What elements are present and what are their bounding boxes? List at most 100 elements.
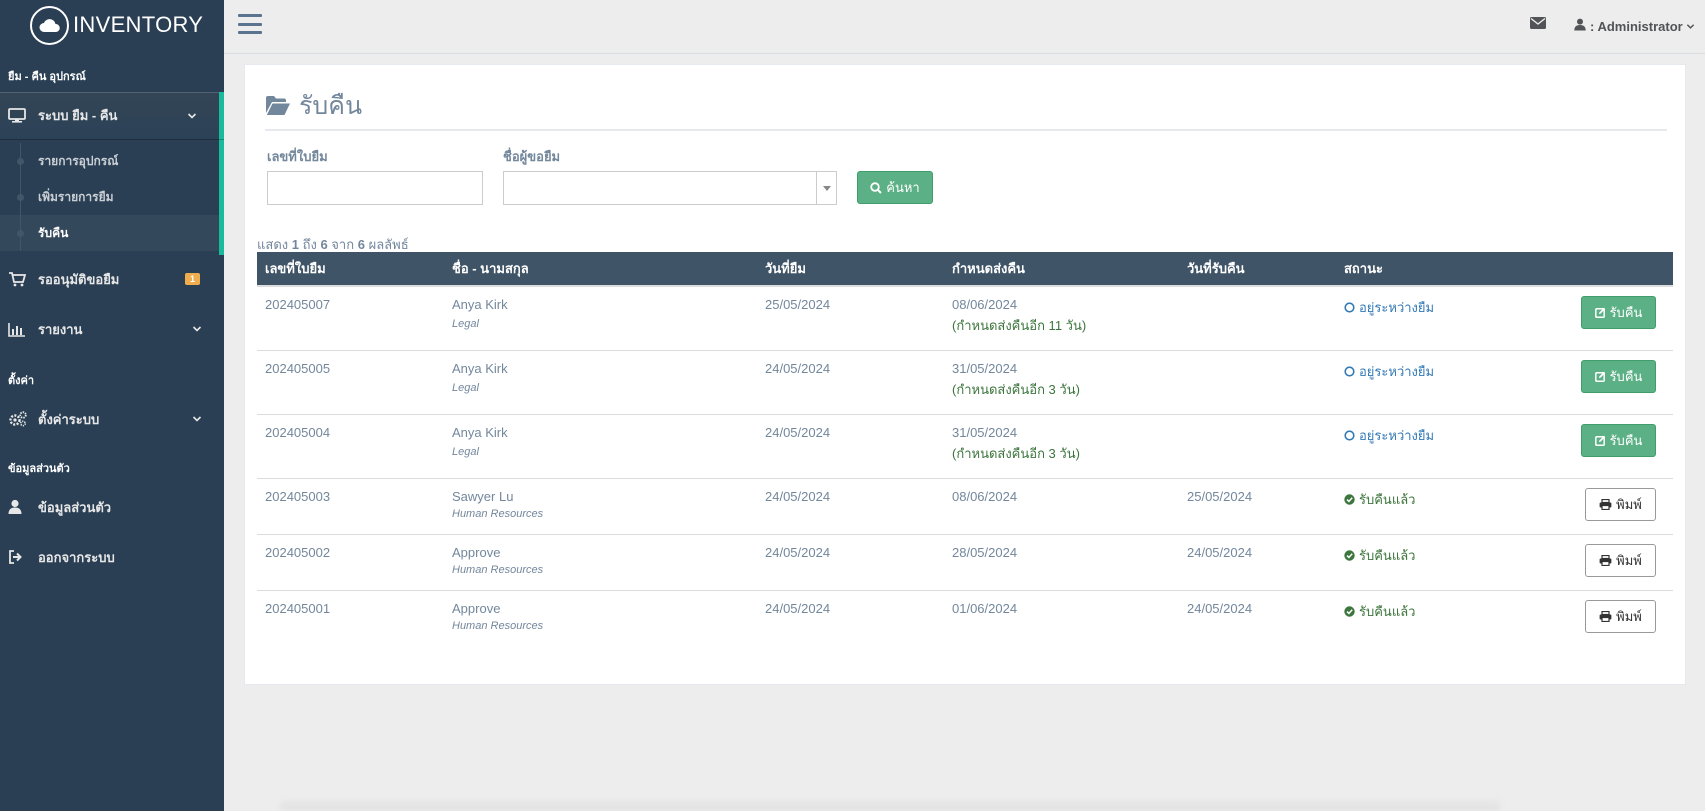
borrower-name: Anya Kirk bbox=[452, 360, 508, 376]
return-button-label: รับคืน bbox=[1609, 368, 1643, 384]
bullet-icon bbox=[17, 194, 24, 201]
bullet-icon bbox=[17, 230, 24, 237]
doc-no-input[interactable] bbox=[267, 171, 483, 205]
menu-section-borrow: ยืม - คืน อุปกรณ์ bbox=[8, 71, 86, 83]
print-icon bbox=[1599, 610, 1612, 622]
cell-status: อยู่ระหว่างยืม bbox=[1336, 286, 1516, 351]
borrower-name: Anya Kirk bbox=[452, 424, 508, 440]
sidebar-subitem-label: เพิ่มรายการยืม bbox=[38, 189, 114, 204]
borrower-name: Anya Kirk bbox=[452, 297, 508, 312]
print-button[interactable]: พิมพ์ bbox=[1585, 599, 1656, 633]
borrower-name: Approve bbox=[452, 544, 501, 560]
table-header-row: เลขที่ใบยืม ชื่อ - นามสกุล วันที่ยืม กำห… bbox=[257, 252, 1673, 287]
brand[interactable]: INVENTORY bbox=[0, 0, 224, 50]
column-header-due-date[interactable]: กำหนดส่งคืน bbox=[944, 252, 1179, 287]
table-row: 202405005 Anya Kirk Legal 24/05/2024 31/0… bbox=[257, 350, 1673, 415]
sidebar-item-label: รออนุมัติขอยืม bbox=[38, 271, 120, 287]
result-suffix: ผลลัพธ์ bbox=[368, 237, 409, 252]
user-menu[interactable]: : Administrator bbox=[1574, 18, 1695, 34]
result-to: 6 bbox=[320, 237, 328, 252]
status-badge: รับคืนแล้ว bbox=[1344, 545, 1508, 566]
edit-icon bbox=[1594, 307, 1606, 318]
return-button[interactable]: รับคืน bbox=[1581, 423, 1656, 457]
cell-due-date: 08/06/2024 bbox=[944, 478, 1179, 535]
user-name: : Administrator bbox=[1590, 18, 1683, 34]
sidebar-subitem-equipment[interactable]: รายการอุปกรณ์ bbox=[0, 143, 219, 179]
cell-doc-no: 202405005 bbox=[257, 350, 444, 415]
search-button-label: ค้นหา bbox=[886, 180, 920, 195]
status-text: รับคืนแล้ว bbox=[1359, 547, 1416, 563]
top-navbar: : Administrator bbox=[224, 0, 1705, 54]
cell-name: Anya Kirk Legal bbox=[444, 350, 757, 415]
print-button[interactable]: พิมพ์ bbox=[1585, 487, 1656, 521]
column-header-return-date[interactable]: วันที่รับคืน bbox=[1179, 252, 1336, 287]
caret-down-icon[interactable] bbox=[816, 172, 836, 204]
due-date: 31/05/2024 bbox=[952, 360, 1018, 376]
cell-return-date: 25/05/2024 bbox=[1179, 478, 1336, 535]
menu-section-settings: ตั้งค่า bbox=[8, 375, 35, 387]
sidebar-item-profile[interactable]: ข้อมูลส่วนตัว bbox=[0, 484, 224, 530]
table-row: 202405007 Anya Kirk Legal 25/05/2024 08/0… bbox=[257, 286, 1673, 351]
sidebar-subitem-label: รายการอุปกรณ์ bbox=[38, 153, 119, 168]
sidebar-subitem-return[interactable]: รับคืน bbox=[0, 215, 219, 251]
cell-action: พิมพ์ bbox=[1516, 478, 1673, 535]
borrower-name: Approve bbox=[452, 600, 501, 616]
borrower-select[interactable] bbox=[503, 171, 837, 205]
department: Legal bbox=[452, 381, 479, 394]
status-text: รับคืนแล้ว bbox=[1359, 603, 1416, 619]
chevron-down-icon bbox=[192, 326, 202, 332]
cell-return-date bbox=[1179, 286, 1336, 351]
sidebar-item-settings[interactable]: ตั้งค่าระบบ bbox=[0, 395, 224, 443]
column-header-borrow-date[interactable]: วันที่ยืม bbox=[757, 252, 944, 287]
print-button-label: พิมพ์ bbox=[1616, 496, 1642, 512]
page-title-text: รับคืน bbox=[299, 92, 363, 120]
sidebar-item-label: ข้อมูลส่วนตัว bbox=[38, 499, 112, 515]
table-row: 202405002 Approve Human Resources 24/05/2… bbox=[257, 534, 1673, 591]
status-badge: อยู่ระหว่างยืม bbox=[1344, 361, 1508, 382]
gears-icon bbox=[8, 411, 30, 427]
column-header-doc-no[interactable]: เลขที่ใบยืม bbox=[257, 252, 444, 287]
cell-borrow-date: 24/05/2024 bbox=[757, 414, 944, 479]
submenu-borrow: รายการอุปกรณ์ เพิ่มรายการยืม รับคืน bbox=[0, 139, 224, 255]
edit-icon bbox=[1594, 371, 1606, 382]
cell-return-date bbox=[1179, 414, 1336, 479]
print-icon bbox=[1599, 554, 1612, 566]
bullet-icon bbox=[17, 158, 24, 165]
due-note: (กำหนดส่งคืนอีก 3 วัน) bbox=[952, 445, 1080, 461]
sidebar-item-label: ระบบ ยืม - คืน bbox=[38, 108, 118, 123]
borrow-table: เลขที่ใบยืม ชื่อ - นามสกุล วันที่ยืม กำห… bbox=[257, 252, 1673, 646]
menu-toggle-icon[interactable] bbox=[238, 12, 262, 36]
due-note: (กำหนดส่งคืนอีก 3 วัน) bbox=[952, 381, 1080, 397]
return-button[interactable]: รับคืน bbox=[1581, 296, 1656, 329]
cell-borrow-date: 24/05/2024 bbox=[757, 478, 944, 535]
envelope-icon[interactable] bbox=[1530, 17, 1546, 29]
sidebar-item-logout[interactable]: ออกจากระบบ bbox=[0, 530, 224, 584]
status-badge: รับคืนแล้ว bbox=[1344, 489, 1508, 510]
cell-doc-no: 202405001 bbox=[265, 600, 331, 616]
status-text: รับคืนแล้ว bbox=[1359, 491, 1416, 507]
print-button[interactable]: พิมพ์ bbox=[1585, 543, 1656, 577]
bar-chart-icon bbox=[8, 322, 30, 337]
result-prefix: แสดง bbox=[257, 237, 289, 252]
sidebar-item-borrow-system[interactable]: ระบบ ยืม - คืน bbox=[0, 92, 224, 139]
cloud-icon bbox=[30, 5, 69, 45]
result-total: 6 bbox=[357, 237, 365, 252]
sidebar-item-reports[interactable]: รายงาน bbox=[0, 303, 224, 355]
cell-return-date: 24/05/2024 bbox=[1187, 600, 1253, 616]
check-circle-icon bbox=[1344, 605, 1355, 617]
return-button[interactable]: รับคืน bbox=[1581, 359, 1656, 393]
cell-due-date: 01/06/2024 bbox=[952, 600, 1018, 616]
status-badge: รับคืนแล้ว bbox=[1344, 601, 1508, 622]
sidebar-item-pending[interactable]: รออนุมัติขอยืม 1 bbox=[0, 255, 224, 303]
cell-status: รับคืนแล้ว bbox=[1336, 478, 1516, 535]
column-header-status[interactable]: สถานะ bbox=[1336, 252, 1516, 287]
search-button[interactable]: ค้นหา bbox=[857, 171, 933, 204]
sign-out-icon bbox=[8, 550, 30, 564]
sidebar-subitem-add-borrow[interactable]: เพิ่มรายการยืม bbox=[0, 179, 219, 215]
column-header-name[interactable]: ชื่อ - นามสกุล bbox=[444, 252, 757, 287]
check-circle-icon bbox=[1344, 493, 1355, 505]
department: Human Resources bbox=[452, 619, 544, 632]
circle-outline-icon bbox=[1344, 365, 1355, 377]
check-circle-icon bbox=[1344, 549, 1355, 561]
cell-action: รับคืน bbox=[1516, 414, 1673, 479]
